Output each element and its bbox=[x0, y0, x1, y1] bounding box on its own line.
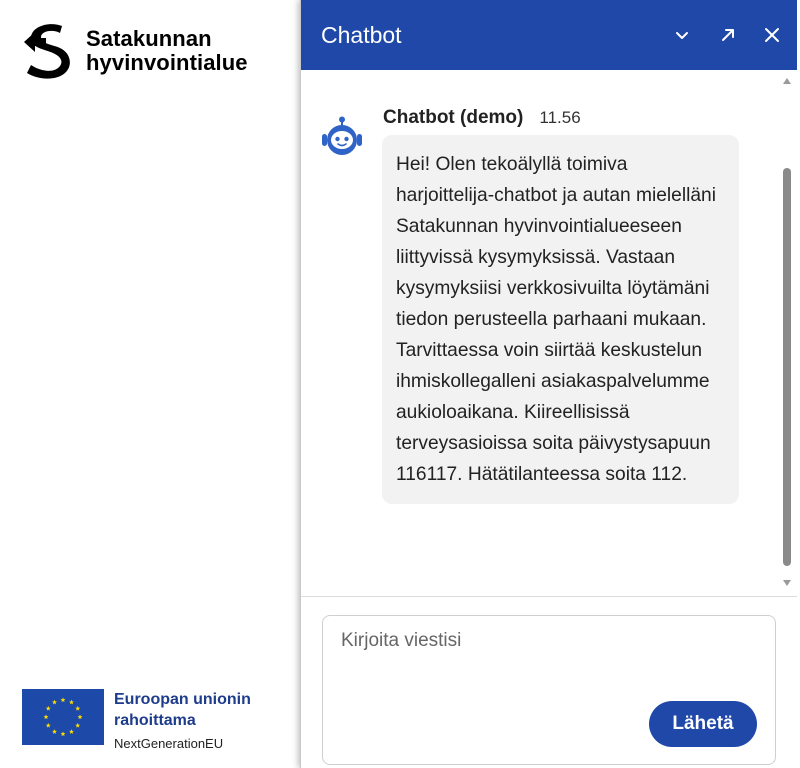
message-composer: Lähetä bbox=[322, 615, 776, 765]
minimize-button[interactable] bbox=[667, 20, 697, 50]
eu-funding-badge: Euroopan unionin rahoittama NextGenerati… bbox=[22, 689, 251, 754]
message-sender: Chatbot (demo) bbox=[383, 107, 524, 128]
expand-icon bbox=[722, 29, 734, 41]
expand-button[interactable] bbox=[713, 20, 743, 50]
message-input[interactable] bbox=[323, 616, 775, 696]
scroll-down-arrow-icon[interactable] bbox=[783, 580, 791, 586]
message-time: 11.56 bbox=[539, 108, 581, 127]
page: Satakunnan hyvinvointialue Euroopan unio… bbox=[0, 0, 800, 768]
eu-line-3: NextGenerationEU bbox=[114, 736, 224, 751]
chat-title: Chatbot bbox=[321, 22, 402, 48]
scroll-thumb[interactable] bbox=[783, 168, 791, 566]
brand-name-line1: Satakunnan bbox=[86, 26, 212, 51]
chat-header: Chatbot bbox=[301, 0, 797, 70]
close-button[interactable] bbox=[757, 20, 787, 50]
message-bubble: Hei! Olen tekoälyllä toimiva harjoitteli… bbox=[382, 135, 739, 504]
brand-name-line2: hyvinvointialue bbox=[86, 50, 248, 75]
scroll-up-arrow-icon[interactable] bbox=[783, 78, 791, 84]
eu-flag-icon bbox=[22, 689, 104, 745]
message-list: Chatbot (demo) 11.56 Hei! Olen tekoälyll… bbox=[301, 70, 797, 596]
brand-logo-mark bbox=[24, 24, 70, 79]
eu-line-1: Euroopan unionin bbox=[114, 691, 251, 708]
send-button[interactable]: Lähetä bbox=[649, 701, 757, 747]
composer-divider bbox=[301, 596, 797, 597]
brand-logo[interactable]: Satakunnan hyvinvointialue bbox=[22, 22, 248, 80]
bot-avatar-icon bbox=[322, 116, 362, 155]
brand-name: Satakunnan hyvinvointialue bbox=[86, 27, 248, 75]
chevron-down-icon bbox=[676, 32, 688, 39]
message-scrollbar[interactable] bbox=[779, 70, 795, 596]
eu-funding-text: Euroopan unionin rahoittama NextGenerati… bbox=[114, 689, 251, 754]
eu-line-2: rahoittama bbox=[114, 712, 196, 729]
message-meta: Chatbot (demo) 11.56 bbox=[383, 107, 581, 129]
chat-panel: Chatbot Chatbot (demo) 11.56 Hei! Olen t… bbox=[300, 0, 800, 768]
close-icon bbox=[765, 28, 779, 42]
